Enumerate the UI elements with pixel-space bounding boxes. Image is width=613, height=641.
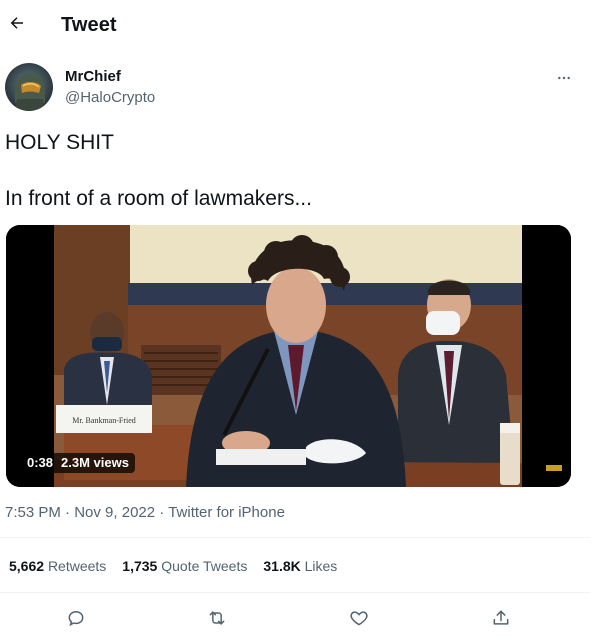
video-player[interactable]: Mr. Bankman-Fried 0:38 2.3M views — [6, 225, 571, 487]
retweets-stat[interactable]: 5,662 Retweets — [9, 558, 106, 574]
nameplate-text: Mr. Bankman-Fried — [72, 416, 136, 425]
video-views: 2.3M views — [61, 455, 129, 470]
avatar[interactable] — [5, 63, 53, 111]
quote-tweets-stat[interactable]: 1,735 Quote Tweets — [122, 558, 247, 574]
more-horizontal-icon — [558, 76, 570, 80]
tweet-actions — [0, 600, 590, 636]
retweets-count: 5,662 — [9, 558, 45, 574]
retweet-icon — [209, 611, 225, 625]
video-stats-badge: 0:38 2.3M views — [21, 453, 135, 473]
tweet-meta: 7:53 PM · Nov 9, 2022 · Twitter for iPho… — [5, 504, 285, 521]
video-duration: 0:38 — [27, 455, 54, 470]
share-button[interactable] — [487, 604, 515, 632]
like-button[interactable] — [345, 604, 373, 632]
tweet-date[interactable]: Nov 9, 2022 — [74, 504, 155, 521]
page-title: Tweet — [61, 14, 117, 36]
tweet-text-line-1: HOLY SHIT — [5, 131, 114, 154]
video-frame: Mr. Bankman-Fried — [6, 225, 571, 487]
author-handle[interactable]: @HaloCrypto — [65, 89, 155, 106]
share-icon — [493, 610, 509, 625]
tweet-text-line-2: In front of a room of lawmakers... — [5, 187, 312, 210]
halo-helmet-avatar — [5, 63, 53, 111]
likes-label: Likes — [304, 558, 338, 574]
tweet-author: MrChief @HaloCrypto — [5, 63, 605, 113]
likes-count: 31.8K — [263, 558, 301, 574]
quote-tweets-count: 1,735 — [122, 558, 158, 574]
quote-tweets-label: Quote Tweets — [161, 558, 248, 574]
meta-separator: · — [159, 504, 165, 521]
tweet-source[interactable]: Twitter for iPhone — [168, 504, 285, 521]
author-name[interactable]: MrChief — [65, 68, 121, 85]
heart-icon — [350, 611, 368, 626]
meta-separator: · — [65, 504, 71, 521]
likes-stat[interactable]: 31.8K Likes — [263, 558, 337, 574]
reply-button[interactable] — [62, 604, 90, 632]
arrow-left-icon — [10, 17, 23, 29]
retweets-label: Retweets — [47, 558, 107, 574]
tweet-time[interactable]: 7:53 PM — [5, 504, 61, 521]
reply-icon — [68, 610, 84, 627]
tweet-stats: 5,662 Retweets 1,735 Quote Tweets 31.8K … — [9, 558, 337, 574]
divider — [0, 537, 590, 538]
retweet-button[interactable] — [203, 604, 231, 632]
tweet-header: Tweet — [0, 0, 613, 53]
divider — [0, 592, 590, 593]
more-button[interactable] — [549, 63, 579, 93]
back-button[interactable] — [2, 8, 32, 38]
